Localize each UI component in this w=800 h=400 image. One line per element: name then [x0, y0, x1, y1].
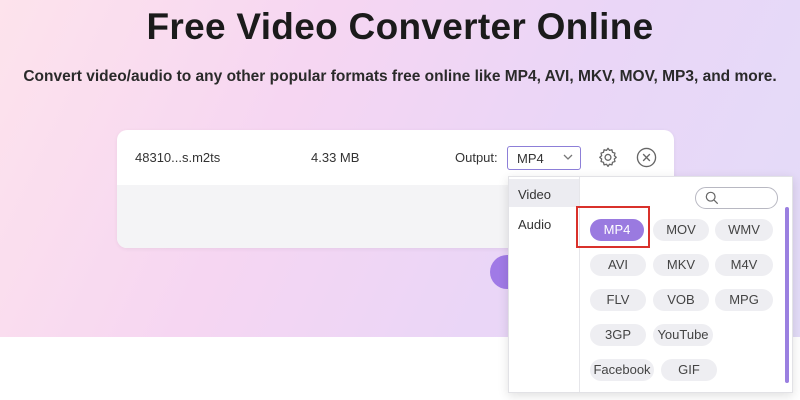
format-option-wmv[interactable]: WMV — [715, 219, 773, 241]
output-label: Output: — [455, 150, 498, 165]
chevron-down-icon — [563, 154, 573, 160]
search-icon — [705, 191, 719, 205]
gear-icon[interactable] — [597, 146, 619, 168]
format-option-3gp[interactable]: 3GP — [590, 324, 646, 346]
category-video[interactable]: Video — [509, 179, 579, 207]
dropdown-scrollbar[interactable] — [785, 207, 789, 383]
format-option-mov[interactable]: MOV — [653, 219, 709, 241]
format-option-mpg[interactable]: MPG — [715, 289, 773, 311]
file-name: 48310...s.m2ts — [135, 150, 221, 165]
format-dropdown: Video Audio MP4 MOV WMV AVI MKV M4V FLV … — [508, 176, 793, 393]
format-option-m4v[interactable]: M4V — [715, 254, 773, 276]
output-format-value: MP4 — [517, 151, 544, 166]
format-search-input[interactable] — [695, 187, 778, 209]
format-option-youtube[interactable]: YouTube — [653, 324, 713, 346]
page-subtitle: Convert video/audio to any other popular… — [23, 68, 777, 85]
selection-highlight-box — [576, 206, 650, 248]
category-audio[interactable]: Audio — [509, 209, 579, 237]
format-option-facebook[interactable]: Facebook — [590, 359, 654, 381]
output-format-select[interactable]: MP4 — [507, 146, 581, 170]
page-title: Free Video Converter Online — [146, 6, 654, 47]
format-option-avi[interactable]: AVI — [590, 254, 646, 276]
format-option-gif[interactable]: GIF — [661, 359, 717, 381]
format-option-flv[interactable]: FLV — [590, 289, 646, 311]
close-icon[interactable] — [636, 147, 657, 168]
format-option-mkv[interactable]: MKV — [653, 254, 709, 276]
format-option-vob[interactable]: VOB — [653, 289, 709, 311]
format-category-list: Video Audio — [509, 177, 580, 392]
file-size: 4.33 MB — [311, 150, 360, 165]
